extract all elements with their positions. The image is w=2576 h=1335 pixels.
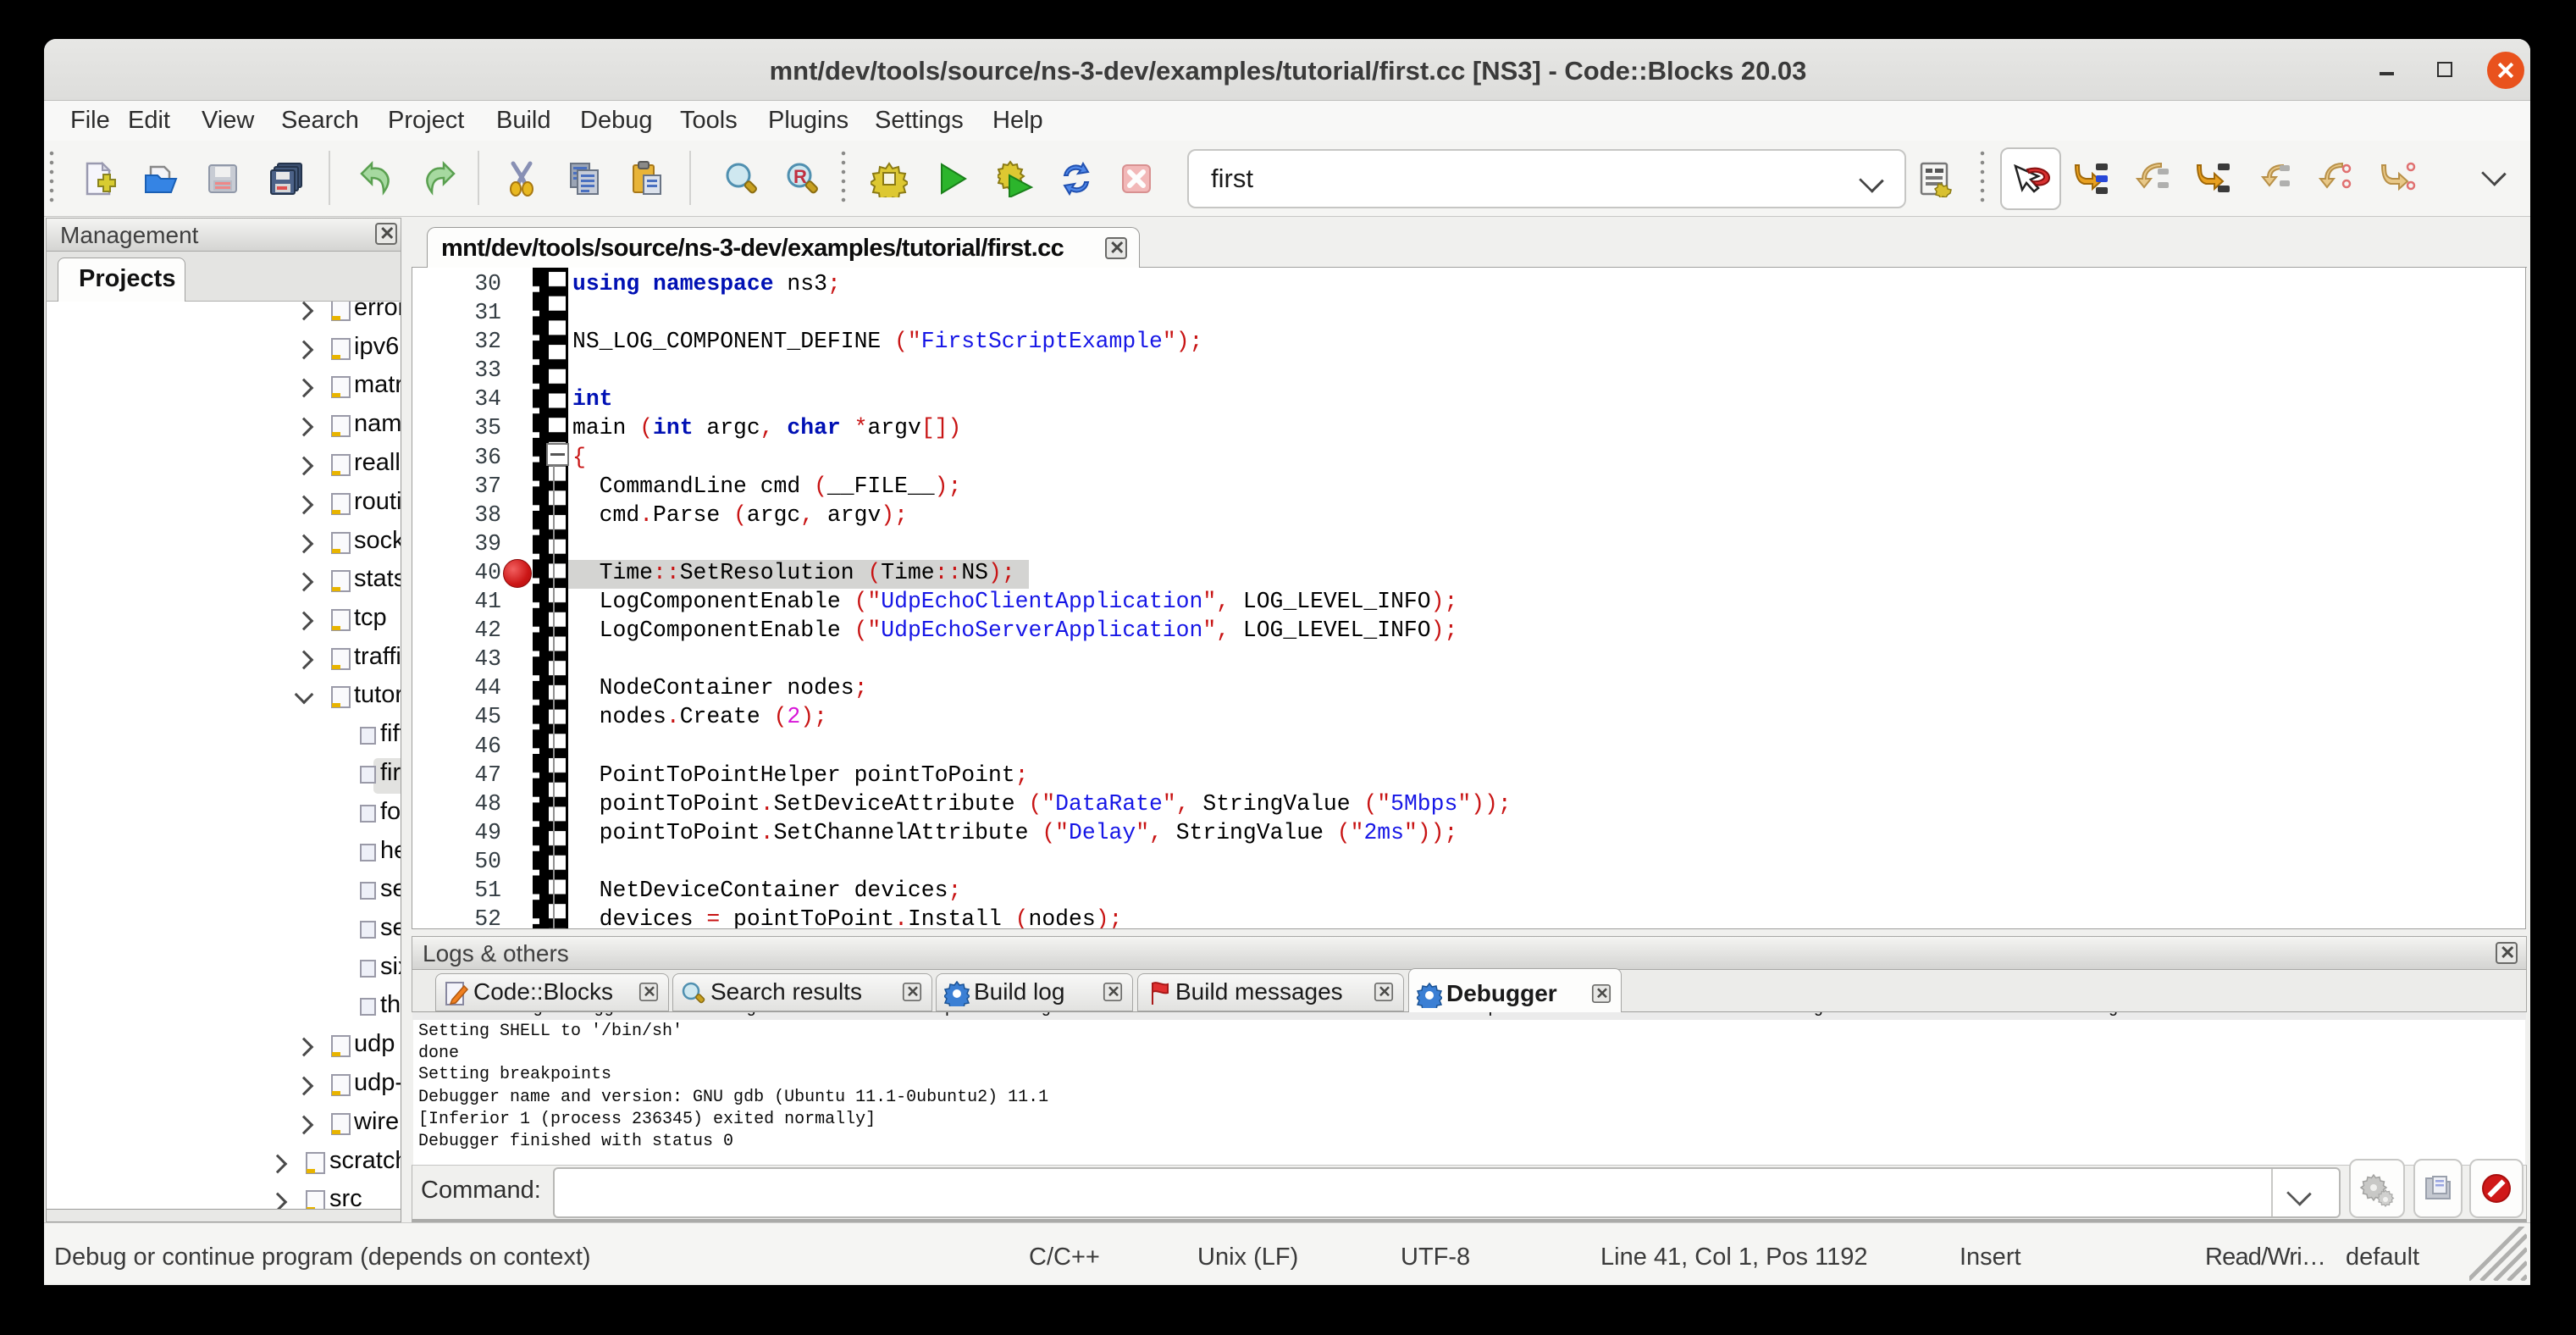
svg-text:R: R — [793, 166, 807, 187]
